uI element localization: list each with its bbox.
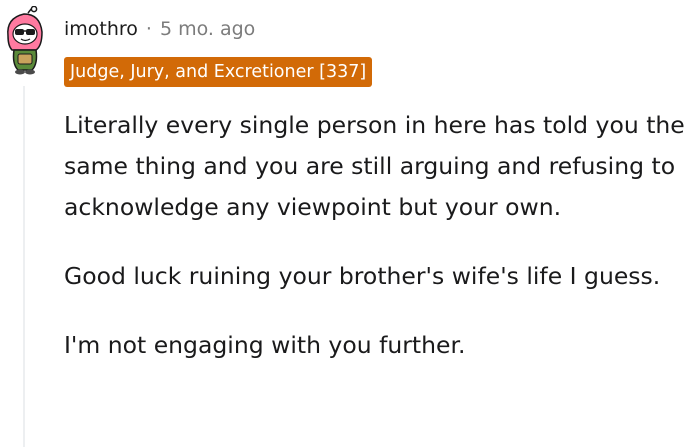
user-flair-text: Judge, Jury, and Excretioner [337] <box>70 62 367 82</box>
comment-header: imothro · 5 mo. ago <box>64 16 255 42</box>
comment-paragraph: Literally every single person in here ha… <box>64 111 685 221</box>
username-link[interactable]: imothro <box>64 16 138 42</box>
comment-paragraph: Good luck ruining your brother's wife's … <box>64 262 661 290</box>
user-flair: Judge, Jury, and Excretioner [337] <box>64 57 373 87</box>
thread-line[interactable] <box>23 86 25 447</box>
timestamp-link[interactable]: 5 mo. ago <box>160 16 255 42</box>
user-avatar[interactable] <box>2 5 46 76</box>
meta-separator: · <box>145 18 152 40</box>
comment-paragraph: I'm not engaging with you further. <box>64 331 466 359</box>
snoo-avatar-icon <box>7 5 43 75</box>
comment-body: Literally every single person in here ha… <box>64 105 696 394</box>
